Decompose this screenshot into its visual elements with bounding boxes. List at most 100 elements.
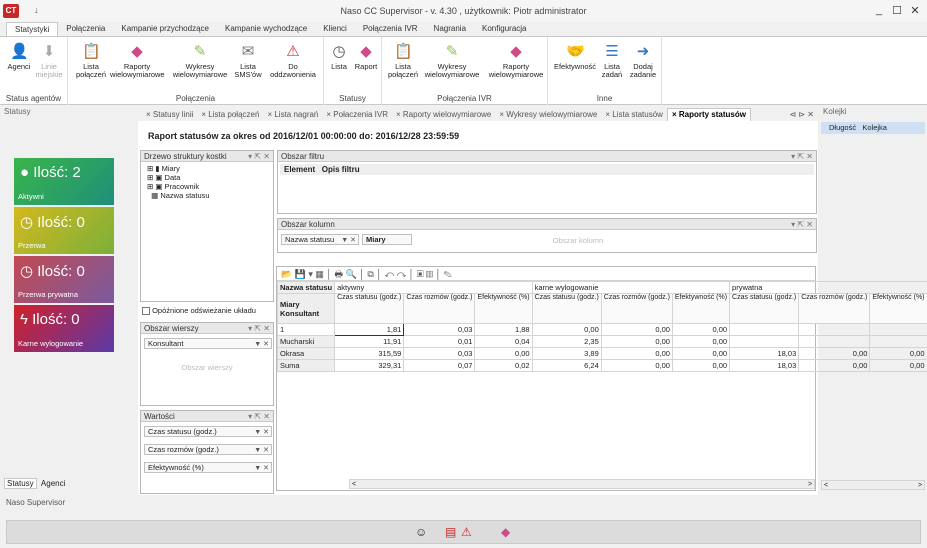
document-tab[interactable]: × Raporty wielowymiarowe [392,110,495,119]
value-chip[interactable]: Czas rozmów (godz.) ▼ ✕ [144,444,272,455]
status-box-break[interactable]: ◷ Ilość: 0 Przerwa [14,207,114,254]
document-tab[interactable]: × Raporty statusów [666,107,751,121]
task-list-button[interactable]: ☰ Lista zadań [600,43,624,79]
data-cell[interactable] [729,335,800,348]
horizontal-scrollbar[interactable]: < > [349,479,815,489]
data-cell[interactable]: 18,03 [729,347,800,360]
grid-toolbar[interactable]: 📂 💾 ▾ ▦ │ 🖶 🔍 │ ⧉ │ ↶ ↷ │ ▣ ▥ │ ✎ [277,267,815,281]
value-chip[interactable]: Czas statusu (godz.) ▼ ✕ [144,426,272,437]
data-cell[interactable]: 0,00 [600,359,673,372]
row-header[interactable]: 1 [276,323,336,336]
callback-button[interactable]: ⚠ Do oddzwonienia [266,43,320,79]
close-tab-icon[interactable]: × [146,110,153,119]
data-cell[interactable]: 1,81 [334,323,405,336]
data-cell[interactable]: 2,35 [531,335,602,348]
status-box-penalty[interactable]: ϟ Ilość: 0 Karne wylogowanie [14,305,114,352]
panel-buttons[interactable]: ▾ ⇱ ✕ [248,151,273,162]
data-cell[interactable]: 0,00 [474,347,533,360]
queues-scrollbar[interactable]: < > [821,480,925,490]
multidim-charts-button[interactable]: ✎ Wykresy wielowymiarowe [172,43,228,79]
data-cell[interactable]: 0,00 [671,359,731,372]
efficiency-button[interactable]: 🤝 Efektywność [552,43,598,71]
agents-button[interactable]: 👤 Agenci [6,43,32,71]
menu-tab[interactable]: Kampanie wychodzące [217,22,315,37]
menu-tab[interactable]: Kampanie przychodzące [113,22,217,37]
menu-tab[interactable]: Nagrania [426,22,474,37]
data-cell[interactable]: 0,00 [600,323,673,336]
status-list-button[interactable]: ◷ Lista [328,43,350,71]
document-tab[interactable]: × Wykresy wielowymiarowe [495,110,601,119]
calendar-icon[interactable]: ▤ [445,525,456,539]
data-cell[interactable] [729,323,800,336]
delay-refresh-option[interactable]: Opóźnione odświeżanie układu [142,306,256,316]
corner-status[interactable]: Nazwa statusu [276,281,336,294]
add-task-button[interactable]: ➜ Dodaj zadanie [628,43,658,79]
data-cell[interactable]: 0,01 [403,335,476,348]
menu-tab[interactable]: Połączenia IVR [355,22,426,37]
data-cell[interactable]: 0,00 [671,347,731,360]
tree-item[interactable]: ⊞ ▮ Miary [147,164,267,173]
ivr-call-list-button[interactable]: 📋 Lista połączeń [386,43,420,79]
row-chip-konsultant[interactable]: Konsultant ▼ ✕ [144,338,272,349]
minimize-button[interactable]: _ [872,4,886,16]
column-chip-status[interactable]: Nazwa statusu ▼ ✕ [281,234,359,245]
data-cell[interactable]: 0,03 [403,323,476,336]
column-chip-measures[interactable]: Miary [362,234,412,245]
multidim-reports-button[interactable]: ◆ Raporty wielowymiarowe [110,43,165,79]
row-header[interactable]: Suma [276,359,336,372]
data-cell[interactable]: 3,89 [531,347,602,360]
city-lines-button[interactable]: ⬇ Linie miejskie [34,43,64,79]
data-cell[interactable]: 329,31 [334,359,405,372]
tree-item[interactable]: ▦ Nazwa statusu [147,191,267,200]
data-cell[interactable]: 6,24 [531,359,602,372]
data-cell[interactable]: 1,88 [474,323,533,336]
row-header[interactable]: Okrasa [276,347,336,360]
tab-statusy[interactable]: Statusy [4,478,37,489]
data-cell[interactable]: 0,00 [671,323,731,336]
panel-buttons[interactable]: ▾ ⇱ ✕ [791,151,816,162]
status-box-active[interactable]: ● Ilość: 2 Aktywni [14,158,114,205]
corner-measures[interactable]: Miary Konsultant [276,293,336,324]
ivr-charts-button[interactable]: ✎ Wykresy wielowymiarowe [424,43,480,79]
menu-tab[interactable]: Połączenia [58,22,113,37]
sms-list-button[interactable]: ✉ Lista SMS'ów [232,43,264,79]
data-cell[interactable]: 0,07 [403,359,476,372]
data-cell[interactable]: 11,91 [334,335,405,348]
tree-item[interactable]: ⊞ ▣ Pracownik [147,182,267,191]
data-cell[interactable]: 0,00 [671,335,731,348]
document-tab[interactable]: × Lista statusów [601,110,667,119]
document-tab[interactable]: × Lista połączeń [197,110,263,119]
document-tab[interactable]: × Statusy linii [142,110,197,119]
data-cell[interactable]: 18,03 [729,359,800,372]
menu-tab[interactable]: Konfiguracja [474,22,534,37]
checkbox[interactable] [142,307,150,316]
status-report-button[interactable]: ◆ Raport [352,43,380,71]
data-cell[interactable]: 0,03 [403,347,476,360]
value-chip[interactable]: Efektywność (%) ▼ ✕ [144,462,272,473]
menu-tab[interactable]: Statystyki [6,22,59,37]
close-tab-icon[interactable]: × [396,110,403,119]
document-tab[interactable]: × Lista nagrań [263,110,322,119]
tab-nav-buttons[interactable]: ⊲ ⊳ ✕ [789,110,818,119]
close-button[interactable]: ✕ [908,4,922,17]
ivr-reports-button[interactable]: ◆ Raporty wielowymiarowe [488,43,544,79]
warning-icon[interactable]: ⚠ [461,525,472,539]
document-tab[interactable]: × Połaczenia IVR [322,110,392,119]
panel-buttons[interactable]: ▾ ⇱ ✕ [248,323,273,334]
panel-buttons[interactable]: ▾ ⇱ ✕ [248,411,273,422]
data-cell[interactable]: 0,04 [474,335,533,348]
cube-icon[interactable]: ◆ [501,525,510,539]
maximize-button[interactable]: ☐ [890,4,904,17]
data-cell[interactable]: 0,00 [600,335,673,348]
panel-buttons[interactable]: ▾ ⇱ ✕ [791,219,816,230]
tree-item[interactable]: ⊞ ▣ Data [147,173,267,182]
tab-agenci[interactable]: Agenci [39,479,67,488]
data-cell[interactable]: 0,00 [531,323,602,336]
agent-icon[interactable]: ☺ [415,525,427,539]
row-header[interactable]: Mucharski [276,335,336,348]
close-tab-icon[interactable]: × [672,110,679,119]
call-list-button[interactable]: 📋 Lista połączeń [74,43,108,79]
data-cell[interactable]: 0,02 [474,359,533,372]
menu-tab[interactable]: Klienci [315,22,355,37]
status-box-private[interactable]: ◷ Ilość: 0 Przerwa prywatna [14,256,114,303]
